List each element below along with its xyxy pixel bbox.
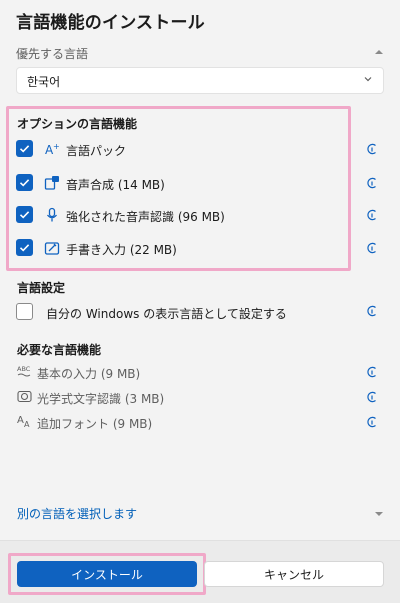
preferred-language-label: 優先する言語: [16, 47, 89, 61]
handwriting-icon: [44, 242, 60, 255]
microphone-icon: [46, 207, 58, 222]
basic-typing-label: 基本の入力 (9 MB): [37, 367, 141, 381]
info-icon[interactable]: [366, 305, 378, 317]
info-icon[interactable]: [366, 143, 378, 155]
fonts-label: 追加フォント (9 MB): [37, 417, 153, 431]
text-to-speech-icon: [44, 176, 59, 190]
svg-text:A: A: [24, 420, 30, 428]
info-icon[interactable]: [366, 177, 378, 189]
language-dropdown[interactable]: 한국어: [16, 67, 384, 94]
optional-features-heading: オプションの言語機能: [17, 117, 138, 131]
text-to-speech-label: 音声合成 (14 MB): [66, 178, 165, 192]
svg-text:ABC: ABC: [17, 365, 31, 373]
checkmark-icon: [19, 145, 30, 153]
checkbox-handwriting[interactable]: [16, 239, 33, 256]
fonts-icon: A A: [17, 415, 30, 428]
ocr-label: 光学式文字認識 (3 MB): [37, 392, 165, 406]
info-icon[interactable]: [366, 209, 378, 221]
checkmark-icon: [19, 244, 30, 252]
checkmark-icon: [19, 179, 30, 187]
handwriting-label: 手書き入力 (22 MB): [66, 243, 177, 257]
camera-ocr-icon: [17, 390, 32, 403]
info-icon[interactable]: [366, 366, 378, 378]
required-features-heading: 必要な言語機能: [17, 343, 102, 357]
svg-text:A: A: [17, 415, 24, 426]
scroll-up-icon[interactable]: [374, 47, 384, 57]
language-pack-label: 言語パック: [66, 144, 127, 158]
install-button[interactable]: インストール: [17, 561, 197, 587]
language-dropdown-value: 한국어: [27, 75, 61, 89]
info-icon[interactable]: [366, 391, 378, 403]
language-pack-icon: A +: [45, 142, 60, 157]
info-icon[interactable]: [366, 416, 378, 428]
checkbox-language-pack[interactable]: [16, 140, 33, 157]
chevron-down-icon: [364, 77, 372, 82]
choose-other-language-link[interactable]: 別の言語を選択します: [17, 505, 137, 522]
speech-recognition-label: 強化された音声認識 (96 MB): [66, 210, 225, 224]
svg-text:+: +: [53, 142, 60, 151]
checkbox-text-to-speech[interactable]: [16, 174, 33, 191]
checkmark-icon: [19, 211, 30, 219]
checkbox-speech-recognition[interactable]: [16, 206, 33, 223]
info-icon[interactable]: [366, 242, 378, 254]
basic-typing-icon: ABC: [17, 365, 31, 377]
scroll-down-icon[interactable]: [374, 509, 384, 519]
display-language-label: 自分の Windows の表示言語として設定する: [46, 307, 287, 321]
cancel-button[interactable]: キャンセル: [204, 561, 384, 587]
dialog-title: 言語機能のインストール: [16, 13, 205, 33]
language-settings-heading: 言語設定: [17, 281, 66, 295]
checkbox-display-language[interactable]: [16, 303, 33, 320]
